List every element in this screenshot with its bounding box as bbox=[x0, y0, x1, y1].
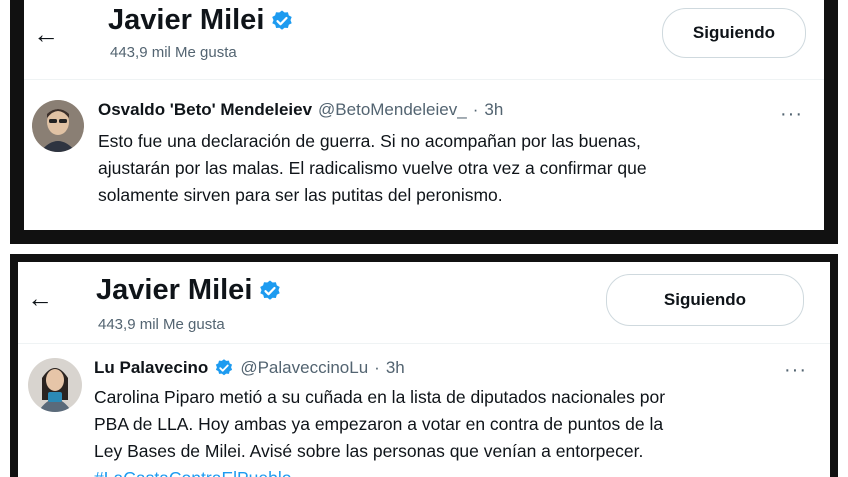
tweet-text-line: ajustarán por las malas. El radicalismo … bbox=[98, 158, 647, 178]
avatar[interactable] bbox=[28, 358, 82, 412]
more-horizontal-icon[interactable]: ··· bbox=[780, 104, 803, 124]
tweet-text-line: Carolina Piparo metió a su cuñada en la … bbox=[94, 387, 666, 407]
author-name[interactable]: Lu Palavecino bbox=[94, 358, 208, 378]
profile-name-text: Javier Milei bbox=[96, 274, 253, 306]
separator-dot: · bbox=[374, 358, 380, 377]
verified-badge-icon bbox=[272, 10, 293, 30]
tweet-text-line: Esto fue una declaración de guerra. Si n… bbox=[98, 131, 641, 151]
profile-name: Javier Milei bbox=[108, 4, 294, 37]
tweet-text: Carolina Piparo metió a su cuñada en la … bbox=[94, 384, 810, 477]
likes-count: 443,9 mil Me gusta bbox=[110, 44, 237, 61]
screenshot-frame-1: ← Javier Milei 443,9 mil Me gusta Siguie… bbox=[10, 0, 838, 244]
tweet-text: Esto fue una declaración de guerra. Si n… bbox=[98, 128, 798, 209]
screenshot-frame-2: ← Javier Milei 443,9 mil Me gusta Siguie… bbox=[10, 254, 838, 477]
tweet-header: Osvaldo 'Beto' Mendeleiev @BetoMendeleie… bbox=[98, 100, 503, 120]
tweet-text-line: solamente sirven para ser las putitas de… bbox=[98, 185, 503, 205]
following-button[interactable]: Siguiendo bbox=[662, 8, 806, 58]
profile-header: ← Javier Milei 443,9 mil Me gusta Siguie… bbox=[24, 0, 824, 80]
tweet[interactable]: Lu Palavecino @PalaveccinoLu · 3h ··· Ca… bbox=[18, 346, 830, 477]
tweet-text-line: PBA de LLA. Hoy ambas ya empezaron a vot… bbox=[94, 414, 664, 434]
separator-dot: · bbox=[472, 100, 479, 119]
tweet-header: Lu Palavecino @PalaveccinoLu · 3h bbox=[94, 358, 405, 378]
verified-badge-icon bbox=[260, 280, 281, 300]
author-handle[interactable]: @PalaveccinoLu bbox=[240, 358, 368, 378]
author-name[interactable]: Osvaldo 'Beto' Mendeleiev bbox=[98, 100, 312, 120]
profile-name-text: Javier Milei bbox=[108, 4, 265, 36]
tweet[interactable]: Osvaldo 'Beto' Mendeleiev @BetoMendeleie… bbox=[24, 82, 824, 230]
arrow-left-icon[interactable]: ← bbox=[26, 284, 54, 312]
author-handle[interactable]: @BetoMendeleiev_ bbox=[318, 100, 467, 120]
tweet-time[interactable]: 3h bbox=[386, 358, 405, 378]
profile-name: Javier Milei bbox=[96, 274, 282, 307]
likes-count: 443,9 mil Me gusta bbox=[98, 316, 225, 333]
arrow-left-icon[interactable]: ← bbox=[32, 20, 60, 48]
avatar[interactable] bbox=[32, 100, 84, 152]
tweet-text-line: Ley Bases de Milei. Avisé sobre las pers… bbox=[94, 441, 644, 461]
following-button[interactable]: Siguiendo bbox=[606, 274, 804, 326]
profile-screen: ← Javier Milei 443,9 mil Me gusta Siguie… bbox=[24, 0, 824, 230]
profile-header: ← Javier Milei 443,9 mil Me gusta Siguie… bbox=[18, 262, 830, 344]
tweet-time[interactable]: 3h bbox=[484, 100, 503, 120]
more-horizontal-icon[interactable]: ··· bbox=[784, 360, 807, 380]
hashtag-link[interactable]: #LaCastaContraElPueblo bbox=[94, 465, 810, 477]
profile-screen: ← Javier Milei 443,9 mil Me gusta Siguie… bbox=[18, 262, 830, 477]
verified-badge-icon bbox=[216, 359, 233, 376]
